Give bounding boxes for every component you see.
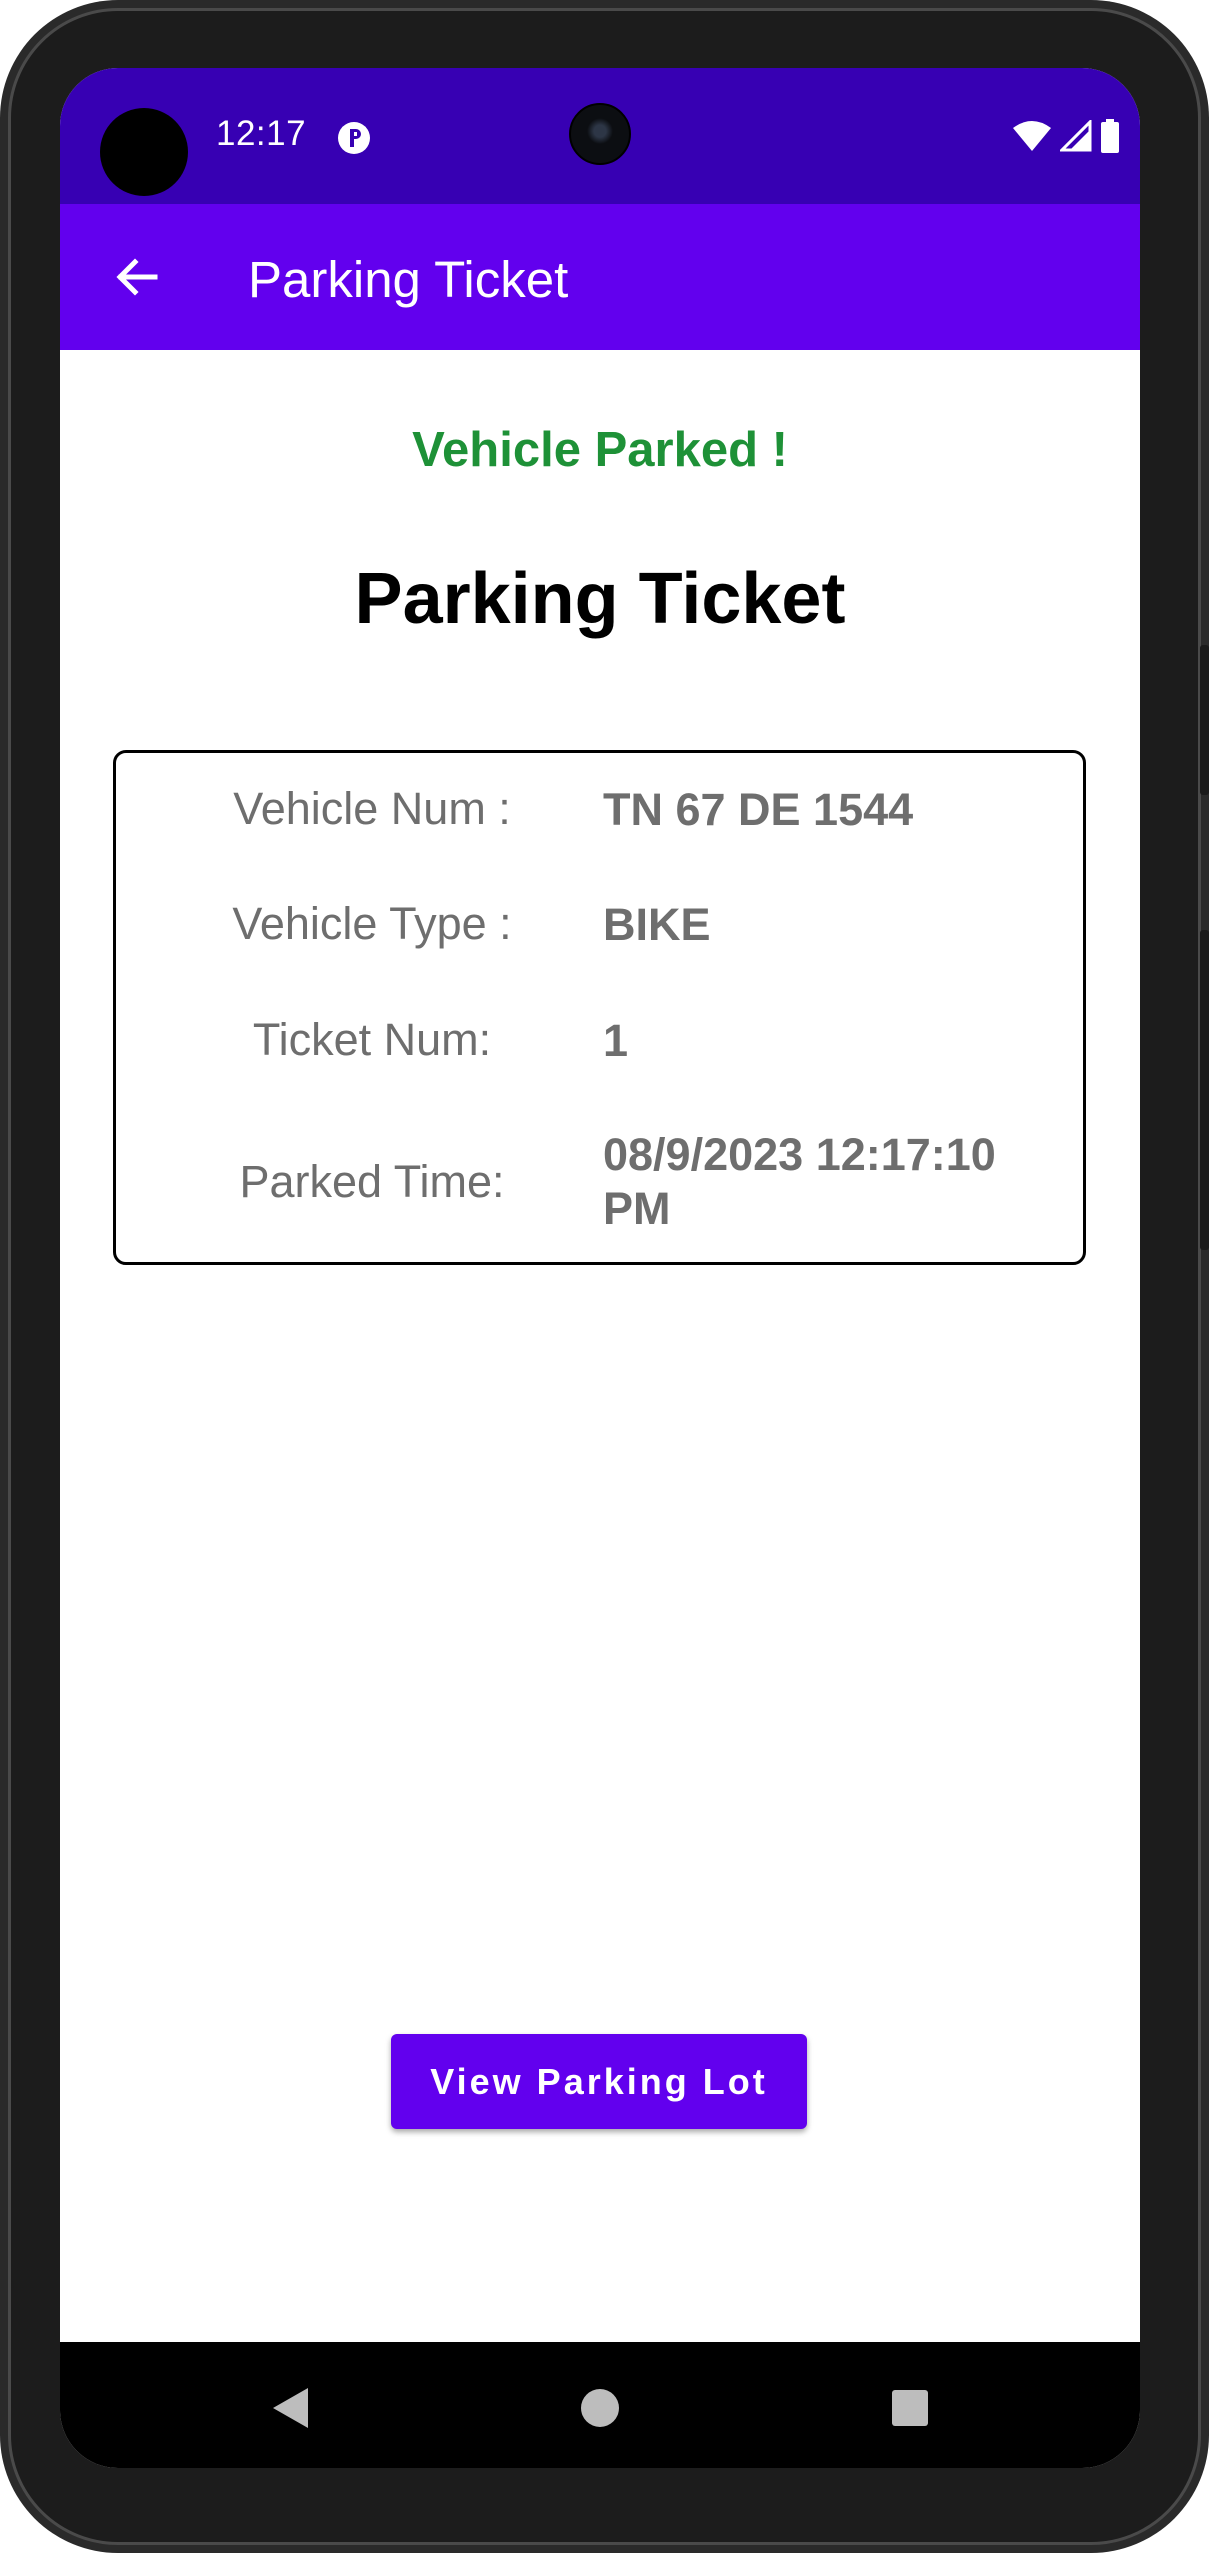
nav-back-button[interactable] (262, 2380, 318, 2436)
nav-recents-button[interactable] (882, 2380, 938, 2436)
vehicle-num-label: Vehicle Num : (233, 783, 511, 834)
back-triangle-icon (273, 2388, 308, 2428)
device-frame: 12:17 Parking Ticket Vehicle Parked ! Pa… (0, 0, 1209, 2553)
app-bar: Parking Ticket (60, 204, 1140, 350)
navigation-bar (60, 2342, 1140, 2468)
ticket-heading: Parking Ticket (354, 559, 846, 639)
vehicle-num-value: TN 67 DE 1544 (603, 784, 914, 835)
status-icons (1012, 116, 1120, 156)
success-message: Vehicle Parked ! (412, 423, 788, 477)
vehicle-type-value: BIKE (603, 899, 711, 950)
app-bar-title: Parking Ticket (248, 251, 569, 308)
parked-time-value: 08/9/2023 12:17:10 PM (603, 1129, 996, 1234)
battery-icon (1101, 119, 1119, 153)
status-bar: 12:17 (60, 68, 1140, 204)
ticket-num-label: Ticket Num: (252, 1014, 492, 1065)
volume-button (1200, 930, 1209, 1250)
arrow-back-icon (116, 258, 158, 296)
back-button[interactable] (104, 244, 170, 310)
home-circle-icon (581, 2389, 619, 2427)
vehicle-type-label: Vehicle Type : (232, 898, 512, 949)
cell-signal-icon (1060, 120, 1092, 152)
status-time: 12:17 (216, 114, 307, 153)
recents-square-icon (892, 2390, 928, 2426)
parked-time-label: Parked Time: (239, 1156, 505, 1207)
ticket-num-value: 1 (603, 1015, 629, 1066)
power-button (1200, 645, 1209, 795)
front-sensor-dot (100, 108, 188, 196)
ticket-card: Vehicle Num : TN 67 DE 1544 Vehicle Type… (113, 750, 1086, 1265)
notification-p-icon (338, 122, 370, 154)
wifi-icon (1013, 121, 1051, 151)
screen: 12:17 Parking Ticket Vehicle Parked ! Pa… (60, 68, 1140, 2468)
nav-home-button[interactable] (572, 2380, 628, 2436)
view-parking-lot-button[interactable]: View Parking Lot (391, 2034, 807, 2129)
front-camera (569, 103, 631, 165)
